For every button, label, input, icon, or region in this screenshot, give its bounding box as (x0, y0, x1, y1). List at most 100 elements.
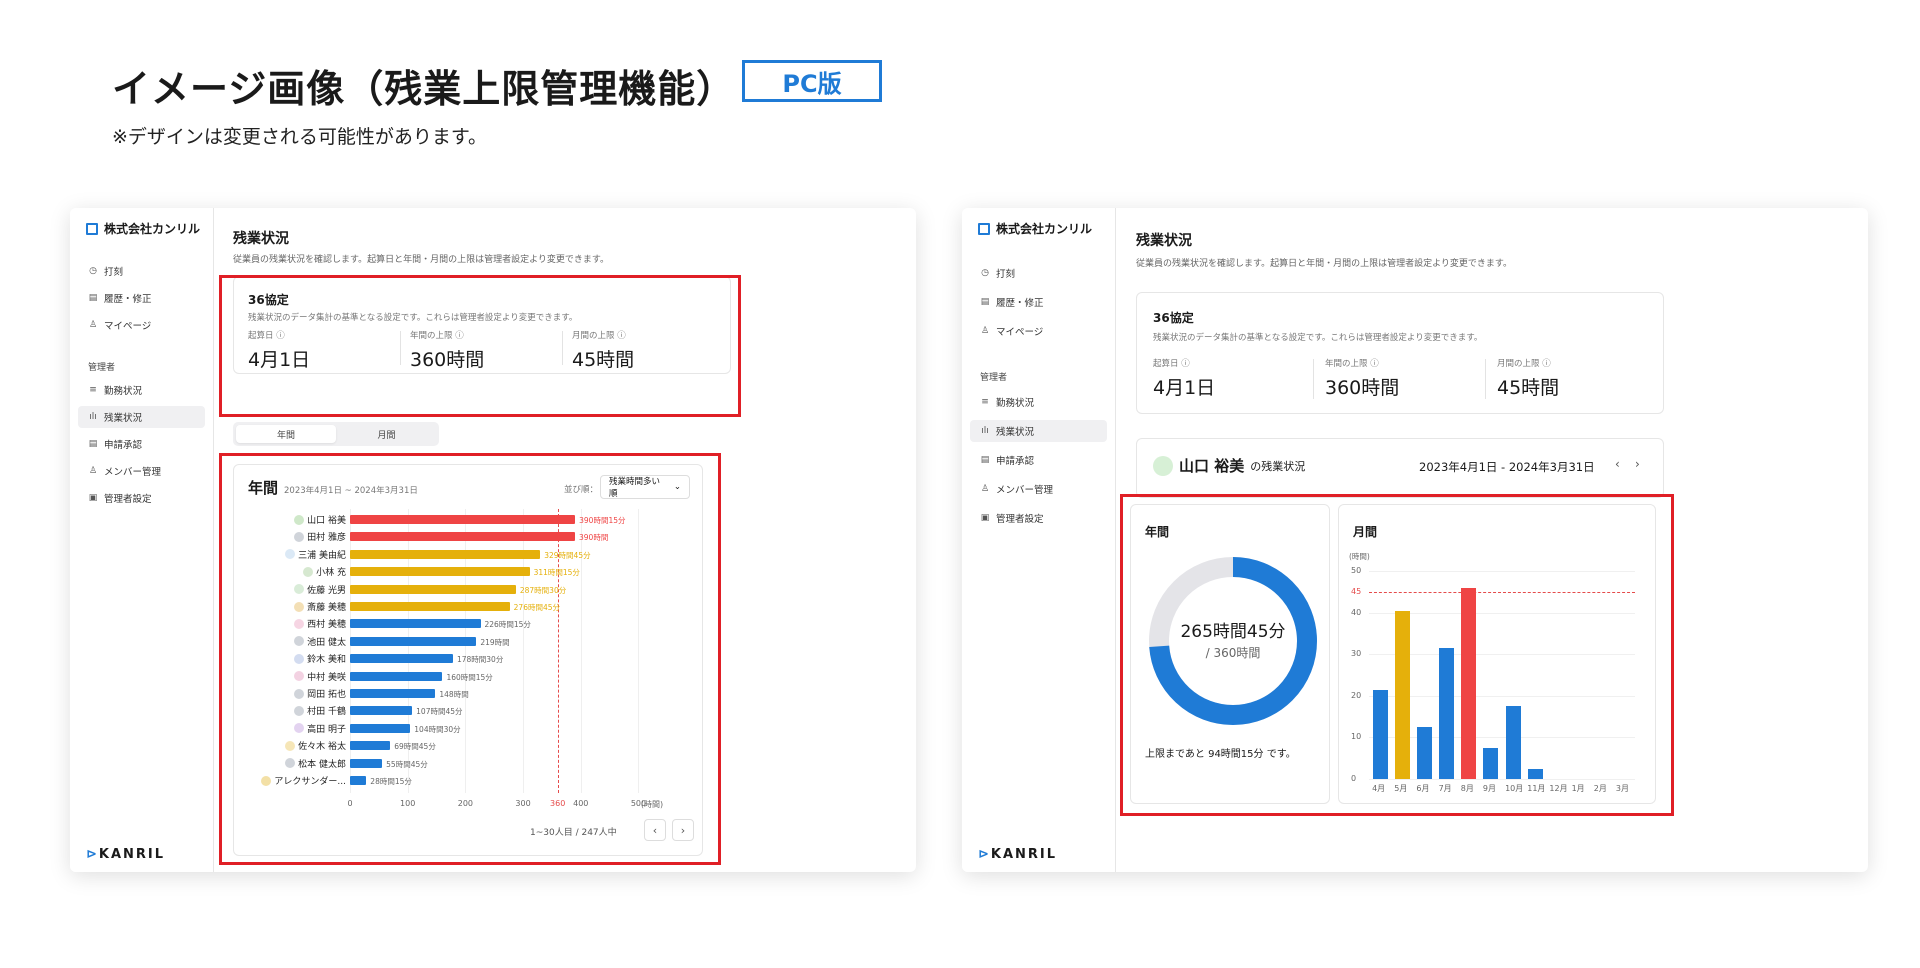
overtime-bar[interactable] (350, 515, 576, 524)
overtime-bar[interactable] (350, 549, 541, 559)
sidebar-item-work-status[interactable]: ≡ 勤務状況 (78, 379, 205, 401)
overtime-bar[interactable] (350, 636, 477, 646)
bar-value-label: 28時間15分 (370, 777, 412, 786)
next-page-button[interactable]: › (672, 819, 694, 841)
page-heading: イメージ画像（残業上限管理機能） (112, 67, 736, 111)
overtime-bar[interactable] (350, 619, 481, 629)
avatar (294, 671, 305, 682)
screenshot-member-detail: 株式会社カンリル ◷ 打刻 ▤ 履歴・修正 ♙ マイページ 管理者 ≡ 勤務状況 ılı… (962, 208, 1868, 872)
overtime-bar[interactable] (350, 654, 453, 664)
month-bar[interactable] (1483, 747, 1499, 779)
sidebar-item-punch[interactable]: ◷ 打刻 (970, 262, 1107, 284)
overtime-bar[interactable] (350, 567, 530, 577)
sidebar-item-history[interactable]: ▤ 履歴・修正 (970, 291, 1107, 313)
bar-value-label: 69時間45分 (394, 742, 436, 752)
y-tick-label: 40 (1351, 607, 1362, 617)
avatar (294, 636, 305, 647)
overtime-bar[interactable] (350, 706, 413, 716)
overtime-bar[interactable] (350, 758, 383, 768)
company-name: 株式会社カンリル (86, 220, 200, 237)
sidebar-item-work-status[interactable]: ≡ 勤務状況 (970, 391, 1107, 413)
member-name-label[interactable]: 村田 千鶴 (294, 704, 346, 717)
next-period-button[interactable]: › (1635, 457, 1640, 471)
sidebar-item-members[interactable]: ♙ メンバー管理 (78, 460, 205, 482)
sidebar-item-members[interactable]: ♙ メンバー管理 (970, 478, 1107, 500)
member-name-label[interactable]: アレクサンダー... (261, 774, 346, 787)
x-tick-label: 12月 (1549, 784, 1568, 793)
member-name-label[interactable]: 斎藤 美穂 (294, 600, 346, 613)
member-name-label[interactable]: 鈴木 美和 (294, 652, 346, 665)
page-title: 残業状況 (233, 231, 289, 247)
sidebar-item-overtime-status[interactable]: ılı 残業状況 (970, 420, 1107, 442)
screenshot-annual-overview: 株式会社カンリル ◷ 打刻 ▤ 履歴・修正 ♙ マイページ 管理者 ≡ 勤務状況 ılı… (70, 208, 916, 872)
sidebar-item-admin-settings[interactable]: ▣ 管理者設定 (78, 487, 205, 509)
sidebar-item-approval[interactable]: ▤ 申請承認 (970, 449, 1107, 471)
company-name: 株式会社カンリル (978, 220, 1092, 237)
chevron-left-icon: ‹ (652, 823, 658, 837)
member-name-label[interactable]: 岡田 拓也 (294, 687, 346, 700)
x-tick-label: 8月 (1460, 784, 1474, 793)
clock-icon: ◷ (89, 266, 97, 276)
member-name-label[interactable]: 佐藤 光男 (294, 583, 346, 596)
member-name-label[interactable]: 田村 雅彦 (294, 530, 346, 543)
member-name-label[interactable]: 佐々木 裕太 (285, 739, 346, 752)
member-name-label[interactable]: 西村 美穂 (294, 617, 346, 630)
member-name-label[interactable]: 高田 明子 (294, 722, 346, 735)
chevron-left-icon: ‹ (1615, 457, 1620, 471)
overtime-bar[interactable] (350, 584, 516, 594)
building-icon (978, 222, 990, 235)
overtime-bar[interactable] (350, 776, 367, 785)
overtime-bar[interactable] (350, 602, 510, 611)
month-bar[interactable] (1372, 689, 1388, 779)
bar-value-label: 219時間 (480, 637, 510, 647)
x-tick-label: 11月 (1527, 784, 1546, 793)
bar-value-label: 390時間15分 (579, 516, 626, 525)
tab-monthly[interactable]: 月間 (337, 425, 436, 443)
page-description: 従業員の残業状況を確認します。起算日と年間・月間の上限は管理者設定より変更できま… (1136, 259, 1513, 269)
prev-period-button[interactable]: ‹ (1615, 457, 1620, 471)
member-header-card: 山口 裕美 の残業状況 2023年4月1日 - 2024年3月31日 ‹ › (1136, 438, 1664, 498)
period-tabs: 年間 月間 (233, 422, 439, 446)
sidebar-item-mypage[interactable]: ♙ マイページ (970, 320, 1107, 342)
limit-reference-line (1369, 591, 1635, 593)
divider (1313, 359, 1314, 399)
tab-annual[interactable]: 年間 (236, 425, 336, 443)
sort-select[interactable]: 残業時間多い順 ⌄ (600, 475, 690, 499)
x-tick-label: 100 (400, 799, 416, 809)
member-name-label[interactable]: 小林 充 (303, 565, 346, 578)
annual-donut-card: 年間 265時間45分 / 360時間 上限まであと 94時間15分 です。 (1130, 504, 1330, 804)
member-name-label[interactable]: 三浦 美由紀 (285, 548, 346, 561)
sidebar: 株式会社カンリル ◷ 打刻 ▤ 履歴・修正 ♙ マイページ 管理者 ≡ 勤務状況 ılı… (962, 208, 1116, 872)
sidebar-item-approval[interactable]: ▤ 申請承認 (78, 433, 205, 455)
month-bar[interactable] (1461, 587, 1477, 779)
overtime-bar[interactable] (350, 671, 443, 681)
bar-value-label: 329時間45分 (544, 550, 591, 560)
sidebar-item-punch[interactable]: ◷ 打刻 (78, 260, 205, 282)
month-bar[interactable] (1439, 647, 1455, 779)
month-bar[interactable] (1505, 706, 1521, 779)
overtime-bar[interactable] (350, 532, 575, 542)
month-bar[interactable] (1416, 727, 1432, 779)
overtime-bar[interactable] (350, 741, 391, 751)
member-name-label[interactable]: 中村 美咲 (294, 670, 346, 683)
document-icon: ▤ (88, 293, 98, 303)
month-bar[interactable] (1527, 768, 1543, 779)
member-name-label[interactable]: 池田 健太 (294, 635, 346, 648)
overtime-bar[interactable] (350, 723, 411, 733)
sidebar-item-overtime-status[interactable]: ılı 残業状況 (78, 406, 205, 428)
sidebar-item-history[interactable]: ▤ 履歴・修正 (78, 287, 205, 309)
month-bar[interactable] (1394, 610, 1410, 779)
avatar (294, 705, 305, 716)
prev-page-button[interactable]: ‹ (644, 819, 666, 841)
pagination-text: 1~30人目 / 247人中 (530, 828, 617, 838)
sidebar-item-admin-settings[interactable]: ▣ 管理者設定 (970, 507, 1107, 529)
x-tick-label: 400 (573, 799, 589, 809)
overtime-bar[interactable] (350, 689, 436, 698)
y-tick-label: 45 (1351, 586, 1362, 596)
agreement-title: 36協定 (248, 293, 289, 307)
member-name-label[interactable]: 松本 健太郎 (285, 757, 346, 770)
member-name-label[interactable]: 山口 裕美 (294, 513, 346, 526)
member-name: 山口 裕美 (1179, 457, 1245, 475)
sidebar-item-mypage[interactable]: ♙ マイページ (78, 314, 205, 336)
document-icon: ▤ (980, 297, 990, 307)
